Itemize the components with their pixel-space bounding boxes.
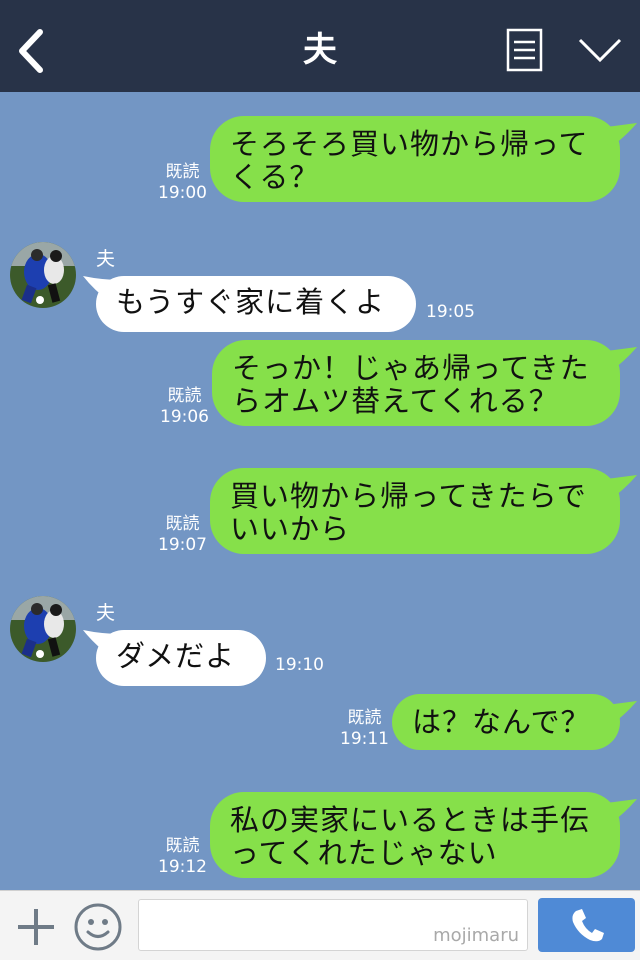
chevron-left-icon [19, 29, 43, 73]
attach-button[interactable] [12, 903, 60, 951]
header-bar: 夫 [0, 0, 640, 92]
message-time: 19:06 [160, 407, 209, 427]
message-time: 19:10 [275, 655, 324, 675]
message-meta: 既読 19:12 [158, 836, 207, 878]
message-input[interactable]: mojimaru [138, 899, 528, 951]
bubble-tail [596, 701, 637, 726]
sender-name: 夫 [96, 248, 116, 270]
message-time: 19:11 [340, 729, 389, 749]
plus-icon [18, 909, 54, 945]
message-meta: 既読 19:06 [160, 386, 209, 428]
message-time: 19:05 [426, 302, 475, 322]
message-line: もうすぐ家に着くよ [116, 285, 386, 319]
message-line: そろそろ買い物から帰って [230, 127, 589, 161]
read-receipt: 既読 [165, 514, 200, 534]
call-button[interactable] [538, 898, 635, 952]
message-line: いいから [230, 512, 351, 546]
bubble-tail [596, 347, 637, 372]
memo-icon [506, 28, 543, 72]
incoming-message-bubble[interactable]: ダメだよ [96, 630, 266, 686]
avatar-image [10, 242, 76, 308]
message-time: 19:12 [158, 857, 207, 877]
avatar[interactable] [10, 596, 76, 662]
watermark-text: mojimaru [433, 925, 519, 946]
collapse-button[interactable] [574, 28, 626, 72]
bubble-tail [596, 123, 637, 148]
message-list[interactable]: 既読 19:00 そろそろ買い物から帰って くる？ 夫 もうすぐ家に着くよ 19… [0, 92, 640, 890]
outgoing-message-bubble[interactable]: は？なんで？ [392, 694, 620, 750]
input-bar: mojimaru [0, 890, 640, 960]
bubble-tail [596, 799, 637, 824]
message-line: ダメだよ [116, 639, 236, 673]
message-line: らオムツ替えてくれる？ [232, 384, 559, 418]
message-line: そっか！じゃあ帰ってきた [232, 351, 590, 385]
outgoing-message-bubble[interactable]: 私の実家にいるときは手伝 ってくれたじゃない [210, 792, 620, 878]
phone-icon [572, 909, 604, 942]
read-receipt: 既読 [165, 836, 200, 856]
read-receipt: 既読 [167, 386, 202, 406]
message-line: は？なんで？ [412, 705, 591, 739]
back-button[interactable] [10, 20, 54, 80]
emoji-button[interactable] [72, 901, 124, 953]
avatar[interactable] [10, 242, 76, 308]
memo-button[interactable] [500, 26, 548, 76]
chat-screen: 夫 既読 19:00 そろそろ買い物から帰って くる？ 夫 もうすぐ家に着くよ … [0, 0, 640, 960]
message-meta: 既読 19:11 [340, 708, 389, 750]
bubble-tail [596, 475, 637, 500]
message-line: ってくれたじゃない [230, 836, 498, 870]
chevron-down-icon [578, 38, 622, 63]
sender-name: 夫 [96, 602, 116, 624]
read-receipt: 既読 [165, 162, 200, 182]
message-meta: 既読 19:07 [158, 514, 207, 556]
outgoing-message-bubble[interactable]: そっか！じゃあ帰ってきた らオムツ替えてくれる？ [212, 340, 620, 426]
message-meta: 既読 19:00 [158, 162, 207, 204]
avatar-image [10, 596, 76, 662]
message-time: 19:00 [158, 183, 207, 203]
incoming-message-bubble[interactable]: もうすぐ家に着くよ [96, 276, 416, 332]
message-line: 私の実家にいるときは手伝 [230, 803, 591, 837]
outgoing-message-bubble[interactable]: そろそろ買い物から帰って くる？ [210, 116, 620, 202]
message-line: 買い物から帰ってきたらで [230, 479, 587, 513]
outgoing-message-bubble[interactable]: 買い物から帰ってきたらで いいから [210, 468, 620, 554]
read-receipt: 既読 [347, 708, 382, 728]
message-line: くる？ [230, 160, 320, 194]
message-time: 19:07 [158, 535, 207, 555]
smiley-icon [74, 903, 122, 951]
